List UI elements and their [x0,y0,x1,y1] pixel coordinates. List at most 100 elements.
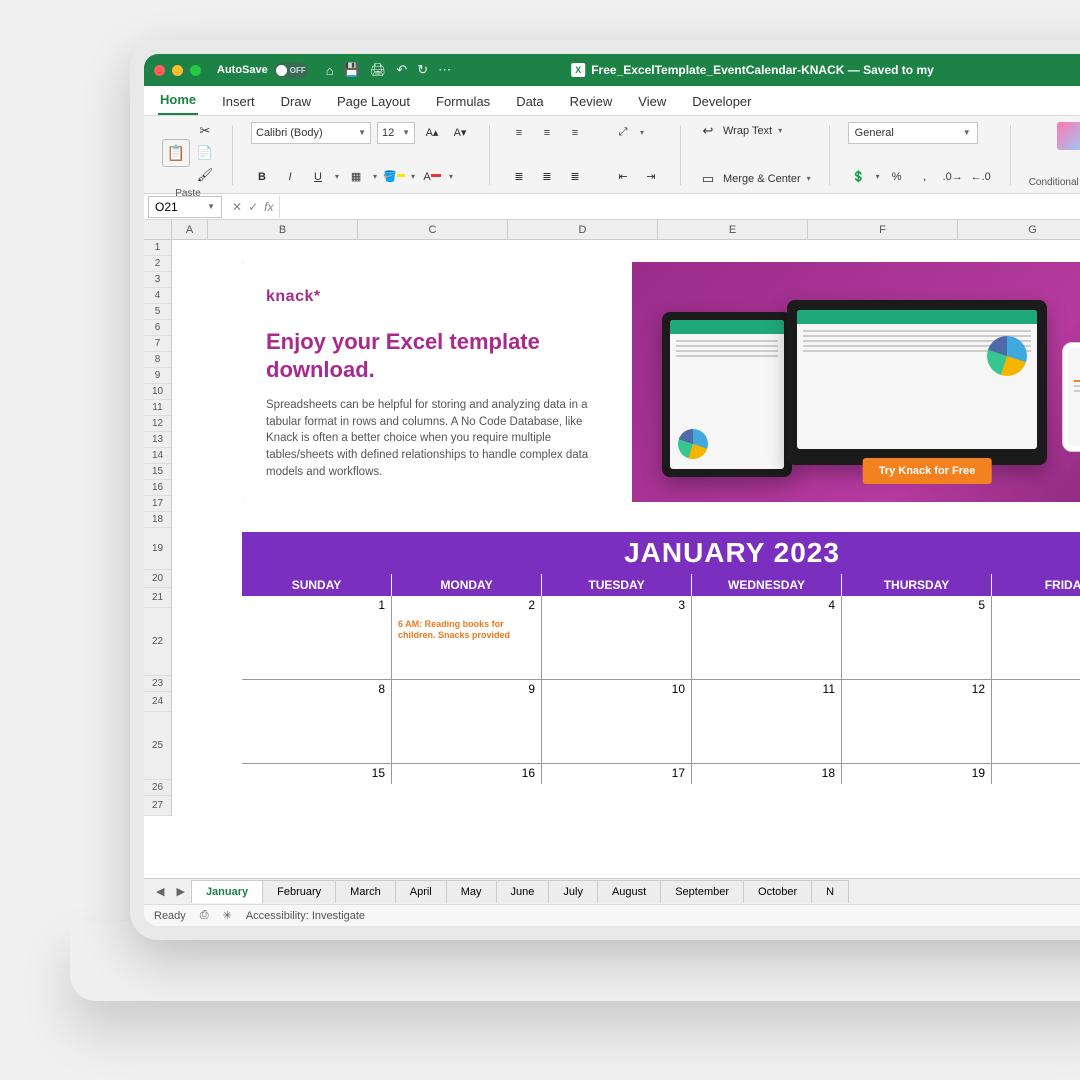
sheet-tab-june[interactable]: June [496,880,550,903]
calendar-day-cell[interactable] [842,700,992,764]
calendar-day-number[interactable]: 2 [392,596,542,616]
calendar-day-cell[interactable] [692,616,842,680]
grid[interactable]: knack* Enjoy your Excel template downloa… [172,240,1080,878]
column-headers[interactable]: ABCDEFG [172,220,1080,240]
home-icon[interactable]: ⌂ [326,63,334,78]
fill-color-button[interactable]: 🪣 [383,166,405,188]
number-format-select[interactable]: General▼ [848,122,978,144]
tab-home[interactable]: Home [158,86,198,115]
row-header[interactable]: 21 [144,588,171,608]
col-header-E[interactable]: E [658,220,808,240]
calendar-day-number[interactable]: 5 [842,596,992,616]
redo-icon[interactable]: ↻ [417,62,428,78]
calendar-day-number[interactable]: 19 [842,764,992,784]
orientation-icon[interactable]: ⤢ [612,122,634,144]
calendar-day-cell[interactable]: 6 AM: Reading books for children. Snacks… [392,616,542,680]
undo-icon[interactable]: ↶ [396,62,407,78]
col-header-G[interactable]: G [958,220,1080,240]
row-header[interactable]: 1 [144,240,171,256]
calendar-day-cell[interactable] [842,616,992,680]
decrease-font-icon[interactable]: A▾ [449,122,471,144]
tab-page-layout[interactable]: Page Layout [335,88,412,115]
col-header-D[interactable]: D [508,220,658,240]
tab-insert[interactable]: Insert [220,88,257,115]
row-header[interactable]: 23 [144,676,171,692]
row-header[interactable]: 7 [144,336,171,352]
calendar-day-number[interactable]: 1 [242,596,392,616]
underline-button[interactable]: U [307,166,329,188]
formula-input[interactable] [279,196,1080,218]
sheet-nav-next-icon[interactable]: ▶ [170,885,190,898]
row-header[interactable]: 5 [144,304,171,320]
col-header-B[interactable]: B [208,220,358,240]
sheet-nav-prev-icon[interactable]: ◀ [150,885,170,898]
sheet-tab-n[interactable]: N [811,880,849,903]
try-knack-button[interactable]: Try Knack for Free [863,458,992,484]
currency-icon[interactable]: 💲 [848,166,870,188]
italic-button[interactable]: I [279,166,301,188]
sheet-tab-april[interactable]: April [395,880,447,903]
align-middle-icon[interactable]: ≡ [536,122,558,144]
calendar-day-cell[interactable] [242,700,392,764]
calendar-day-number[interactable] [992,596,1080,616]
row-header[interactable]: 12 [144,416,171,432]
tab-draw[interactable]: Draw [279,88,313,115]
row-header[interactable]: 27 [144,796,171,816]
calendar-day-number[interactable]: 18 [692,764,842,784]
calendar-day-number[interactable]: 8 [242,680,392,700]
calendar-day-number[interactable]: 11 [692,680,842,700]
font-name-select[interactable]: Calibri (Body)▼ [251,122,371,144]
align-bottom-icon[interactable]: ≡ [564,122,586,144]
row-header[interactable]: 17 [144,496,171,512]
cancel-formula-icon[interactable]: ✕ [232,200,242,214]
increase-font-icon[interactable]: A▴ [421,122,443,144]
maximize-window-icon[interactable] [190,65,201,76]
percent-icon[interactable]: % [886,166,908,188]
col-header-C[interactable]: C [358,220,508,240]
row-header[interactable]: 4 [144,288,171,304]
border-button[interactable]: ▦ [345,166,367,188]
save-icon[interactable]: 💾 [344,62,360,78]
calendar-grid[interactable]: 123456 AM: Reading books for children. S… [242,596,1080,784]
col-header-F[interactable]: F [808,220,958,240]
cut-icon[interactable]: ✂ [196,122,214,140]
sheet-tab-february[interactable]: February [262,880,336,903]
row-header[interactable]: 8 [144,352,171,368]
increase-indent-icon[interactable]: ⇥ [640,166,662,188]
align-top-icon[interactable]: ≡ [508,122,530,144]
merge-center-button[interactable]: ▭ Merge & Center▾ [699,170,811,188]
workbook-stats-icon[interactable]: ⎙ [200,909,209,922]
font-size-select[interactable]: 12▼ [377,122,415,144]
row-header[interactable]: 22 [144,608,171,676]
row-header[interactable]: 24 [144,692,171,712]
autosave-toggle[interactable]: AutoSave OFF [217,63,308,78]
row-header[interactable]: 20 [144,570,171,588]
col-header-A[interactable]: A [172,220,208,240]
select-all-corner[interactable] [144,220,172,240]
calendar-day-cell[interactable] [242,616,392,680]
decrease-indent-icon[interactable]: ⇤ [612,166,634,188]
calendar-day-number[interactable]: 3 [542,596,692,616]
row-header[interactable]: 13 [144,432,171,448]
minimize-window-icon[interactable] [172,65,183,76]
sheet-tab-july[interactable]: July [548,880,598,903]
row-headers[interactable]: 1234567891011121314151617181920212223242… [144,240,172,816]
row-header[interactable]: 26 [144,780,171,796]
decrease-decimal-icon[interactable]: ←.0 [970,166,992,188]
align-center-icon[interactable]: ≣ [536,166,558,188]
row-header[interactable]: 16 [144,480,171,496]
calendar-day-cell[interactable] [992,616,1080,680]
calendar-day-cell[interactable] [542,700,692,764]
name-box[interactable]: O21▼ [148,196,222,218]
print-icon[interactable]: 🖨 [370,62,387,78]
align-left-icon[interactable]: ≣ [508,166,530,188]
row-header[interactable]: 14 [144,448,171,464]
accessibility-icon[interactable]: ✳ [223,909,232,922]
calendar-day-number[interactable] [992,764,1080,784]
bold-button[interactable]: B [251,166,273,188]
calendar-day-number[interactable]: 17 [542,764,692,784]
format-painter-icon[interactable]: 🖌 [196,166,214,184]
calendar-day-number[interactable]: 12 [842,680,992,700]
fx-icon[interactable]: fx [264,200,273,214]
tab-review[interactable]: Review [568,88,615,115]
